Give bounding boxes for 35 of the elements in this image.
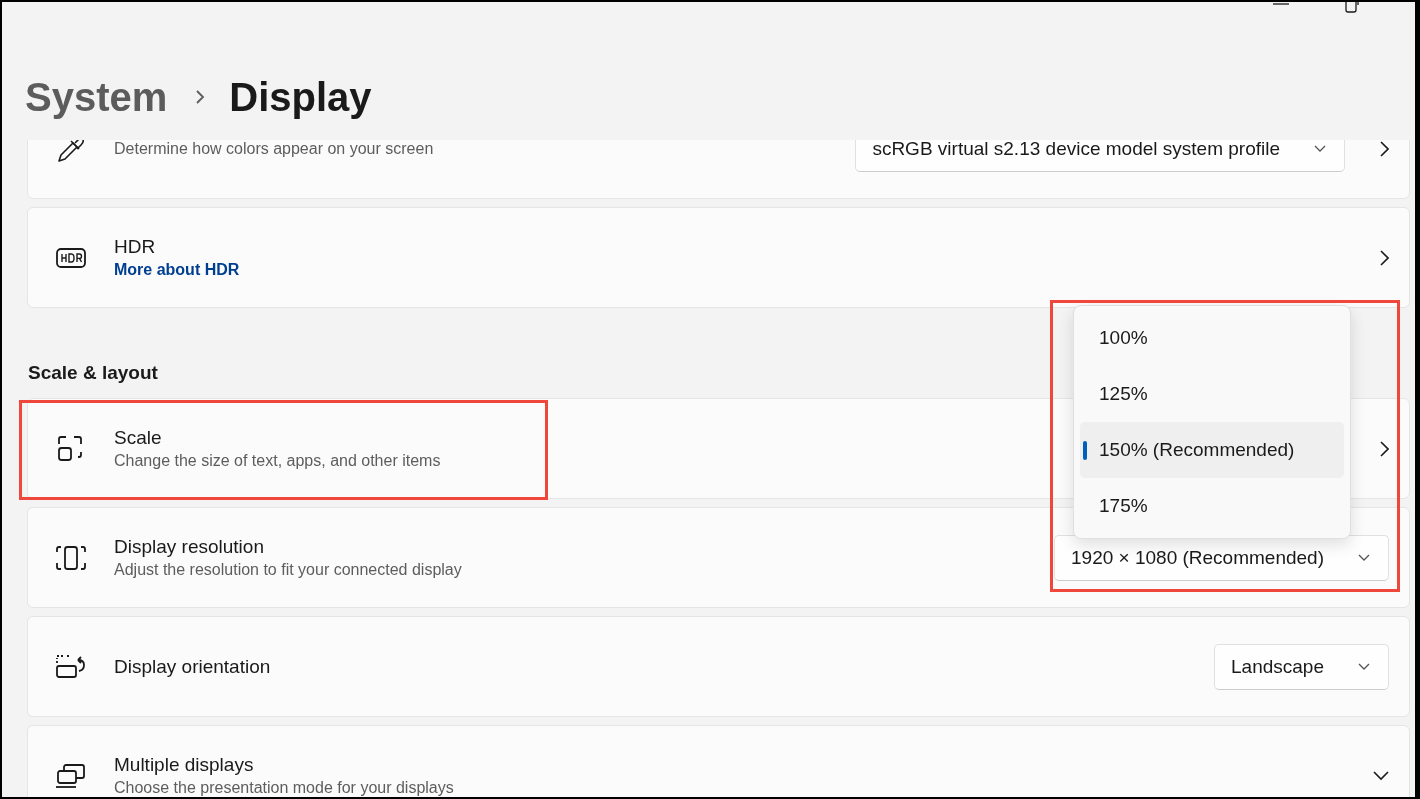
setting-card[interactable]: Determine how colors appear on your screen scRGB virtual s2.13 device model system profile xyxy=(27,140,1410,199)
setting-description: Determine how colors appear on your screen xyxy=(114,140,434,159)
hdr-icon xyxy=(56,246,86,269)
menu-option[interactable]: 150% (Recommended) xyxy=(1080,422,1344,478)
breadcrumb-parent[interactable]: System xyxy=(25,72,168,122)
eyedropper-icon xyxy=(56,140,86,164)
page-title: Display xyxy=(229,74,372,121)
setting-title: Display resolution xyxy=(114,535,264,559)
dropdown[interactable]: 1920 × 1080 (Recommended) xyxy=(1054,534,1389,581)
monitors-icon xyxy=(55,762,87,789)
help-link[interactable]: More about HDR xyxy=(114,259,240,281)
caret-icon xyxy=(1358,663,1370,670)
menu-option[interactable]: 100% xyxy=(1080,310,1344,366)
orientation-icon xyxy=(56,654,86,679)
minimize-icon[interactable] xyxy=(1273,2,1289,6)
chevron-right-icon xyxy=(195,88,206,106)
section-heading: Scale & layout xyxy=(27,361,158,385)
setting-title: Scale xyxy=(114,426,162,450)
setting-card[interactable]: HDR More about HDR xyxy=(27,207,1410,308)
setting-title: HDR xyxy=(114,235,156,259)
setting-card[interactable]: Multiple displays Choose the presentation mode for your displays xyxy=(27,725,1410,797)
setting-description: Choose the presentation mode for your displays xyxy=(114,778,454,797)
setting-title: Display orientation xyxy=(114,655,271,679)
dropdown[interactable]: Landscape xyxy=(1214,643,1389,690)
resolution-icon xyxy=(56,544,86,571)
restore-icon[interactable] xyxy=(1345,2,1359,13)
setting-title: Multiple displays xyxy=(114,753,254,777)
setting-description: Adjust the resolution to fit your connected display xyxy=(114,560,462,580)
caret-icon xyxy=(1314,145,1326,152)
scale-icon xyxy=(57,434,85,463)
setting-description: Change the size of text, apps, and other items xyxy=(114,451,441,471)
caret-icon xyxy=(1358,554,1370,561)
setting-card[interactable]: Display orientation Landscape xyxy=(27,616,1410,717)
dropdown[interactable]: scRGB virtual s2.13 device model system profile xyxy=(855,140,1345,172)
selection-indicator xyxy=(1083,441,1087,460)
